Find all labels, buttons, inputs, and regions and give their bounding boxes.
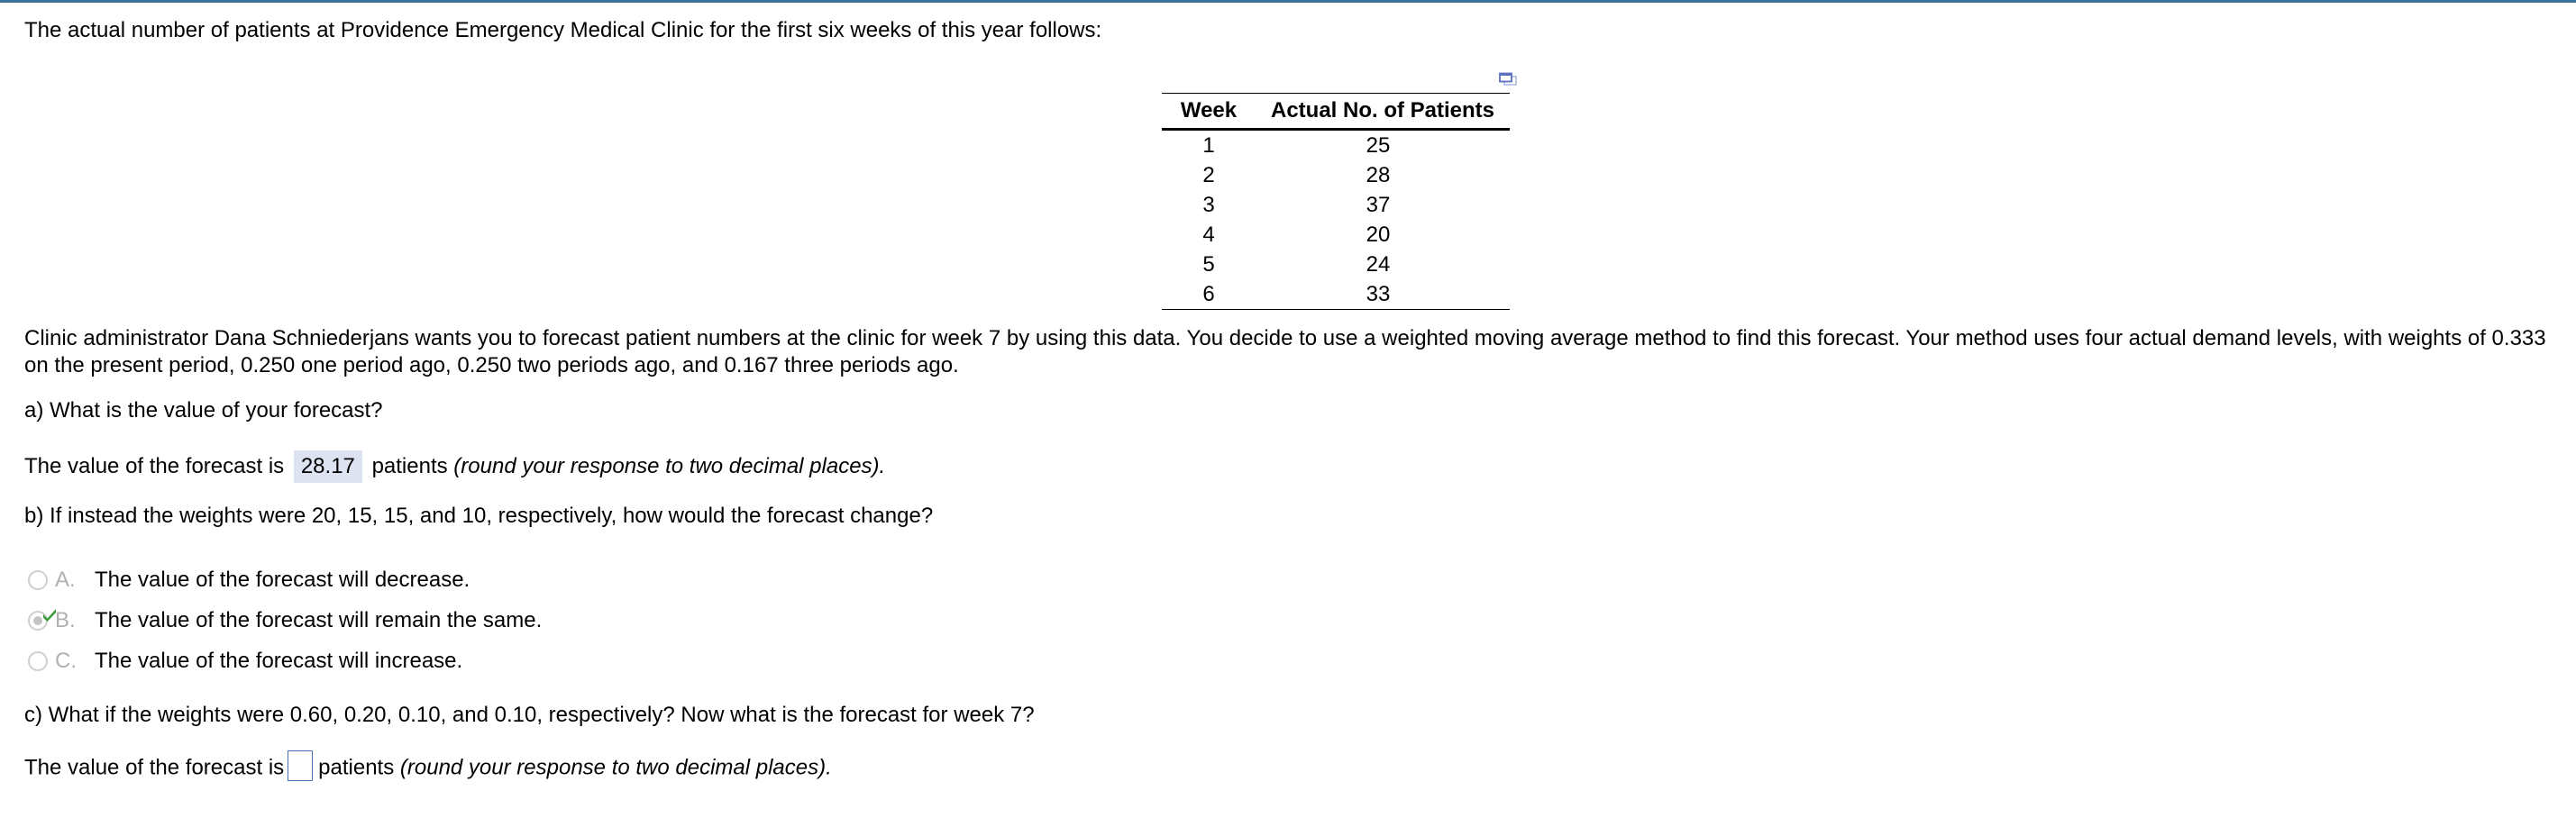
- patients-cell: 20: [1366, 222, 1391, 247]
- answer-c-hint: (round your response to two decimal plac…: [399, 755, 832, 780]
- header-week: Week: [1180, 98, 1238, 123]
- patients-cell: 24: [1366, 251, 1391, 277]
- header-actual-patients: Actual No. of Patients: [1270, 98, 1495, 123]
- table-row: 3 37: [1162, 190, 1510, 220]
- table-row: 5 24: [1162, 250, 1510, 279]
- question-a: a) What is the value of your forecast?: [24, 398, 383, 423]
- patients-table: Week Actual No. of Patients 1 25 2 28 3 …: [1162, 93, 1510, 310]
- week-cell: 2: [1202, 162, 1215, 187]
- radio-option-b[interactable]: [28, 609, 56, 631]
- week-cell: 6: [1202, 281, 1215, 306]
- top-accent-bar: [0, 0, 2576, 3]
- answer-c-suffix: patients: [318, 755, 395, 780]
- patients-cell: 28: [1366, 162, 1391, 187]
- table-row: 1 25: [1162, 130, 1510, 161]
- table-row: 2 28: [1162, 160, 1510, 190]
- week-cell: 4: [1202, 222, 1215, 247]
- scenario-text: Clinic administrator Dana Schniederjans …: [24, 326, 2546, 377]
- option-b-text: The value of the forecast will remain th…: [95, 608, 543, 632]
- answer-c-input[interactable]: [288, 750, 314, 781]
- answer-a-suffix: patients: [371, 454, 448, 478]
- option-a-letter: A.: [55, 568, 76, 592]
- table-row: 4 20: [1162, 220, 1510, 250]
- option-a-text: The value of the forecast will decrease.: [95, 568, 470, 592]
- week-cell: 5: [1202, 251, 1215, 277]
- answer-c-prefix: The value of the forecast is: [24, 755, 285, 780]
- option-b-letter: B.: [55, 608, 76, 632]
- option-b[interactable]: B. The value of the forecast will remain…: [24, 607, 542, 634]
- answer-a-value[interactable]: 28.17: [293, 450, 362, 483]
- week-cell: 1: [1202, 132, 1215, 158]
- table-row: 6 33: [1162, 279, 1510, 310]
- intro-text: The actual number of patients at Provide…: [24, 18, 1102, 42]
- answer-a-line: The value of the forecast is 28.17 patie…: [24, 450, 885, 483]
- question-b: b) If instead the weights were 20, 15, 1…: [24, 504, 934, 528]
- radio-option-a[interactable]: [28, 570, 48, 590]
- option-c-text: The value of the forecast will increase.: [95, 649, 463, 673]
- patients-cell: 25: [1366, 132, 1391, 158]
- answer-a-prefix: The value of the forecast is: [24, 454, 285, 478]
- week-cell: 3: [1202, 192, 1215, 217]
- table-header-row: Week Actual No. of Patients: [1162, 93, 1510, 130]
- radio-option-c[interactable]: [28, 651, 48, 671]
- answer-a-hint: (round your response to two decimal plac…: [453, 454, 886, 478]
- patients-cell: 37: [1366, 192, 1391, 217]
- answer-c-line: The value of the forecast is patients (ro…: [24, 750, 832, 784]
- question-c: c) What if the weights were 0.60, 0.20, …: [24, 703, 1035, 727]
- checkmark-icon: [43, 609, 56, 622]
- option-c-letter: C.: [55, 649, 77, 673]
- option-a[interactable]: A. The value of the forecast will decrea…: [24, 567, 470, 594]
- patients-cell: 33: [1366, 281, 1391, 306]
- popout-window-icon[interactable]: [1498, 72, 1518, 86]
- option-c[interactable]: C. The value of the forecast will increa…: [24, 648, 462, 675]
